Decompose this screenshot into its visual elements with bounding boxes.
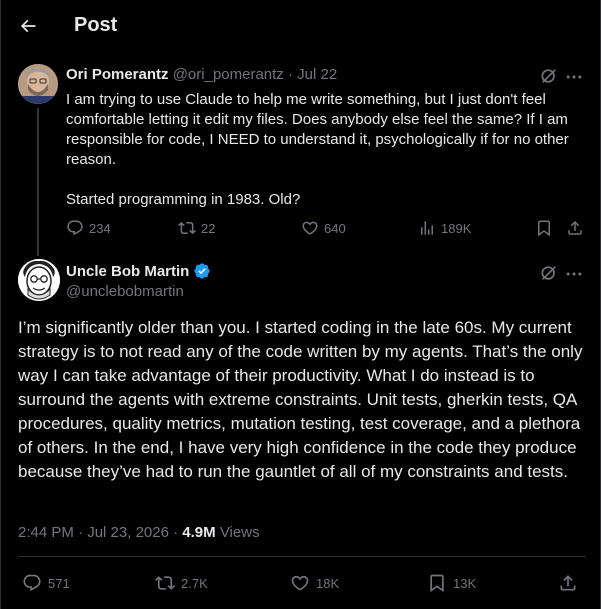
post-paragraph: Started programming in 1983. Old? [66,191,301,208]
thread-line [37,108,39,256]
reply-count: 234 [89,220,111,236]
bookmark-count: 13K [453,575,477,591]
reply-icon [66,219,84,237]
reply-count: 571 [48,575,70,591]
views-count: 189K [441,220,472,236]
main-post-text: I’m significantly older than you. I star… [18,318,583,481]
post-paragraph: I am trying to use Claude to help me wri… [66,91,569,168]
views-label: Views [219,524,260,541]
separator: · [287,66,293,83]
page-title: Post [74,14,118,36]
post-date[interactable]: Jul 22 [297,66,337,83]
avatar[interactable] [18,64,58,104]
repost-button[interactable]: 2.7K [155,573,208,593]
share-button[interactable] [566,218,584,238]
avatar[interactable] [18,259,60,301]
bookmark-button[interactable]: 13K [427,573,476,593]
author-handle[interactable]: @unclebobmartin [66,283,184,300]
parent-post-header: Ori Pomerantz @ori_pomerantz · Jul 22 [66,66,337,83]
repost-count: 2.7K [181,575,208,591]
like-button[interactable]: 640 [301,218,346,238]
separator: · [173,524,179,541]
author-handle[interactable]: @ori_pomerantz [173,66,284,83]
divider [18,556,586,557]
heart-icon [301,219,319,237]
reply-icon [22,573,42,593]
views-chart-icon [418,219,436,237]
share-icon [558,573,578,593]
more-options-icon[interactable] [564,67,584,87]
post-metadata: 2:44 PM · Jul 23, 2026 · 4.9M Views [18,524,260,541]
bookmark-button[interactable] [535,218,553,238]
like-count: 18K [316,575,340,591]
reply-button[interactable]: 234 [66,218,111,238]
separator: · [78,524,84,541]
page-header: Post [1,0,601,52]
arrow-left-icon[interactable] [15,13,41,39]
repost-icon [155,573,175,593]
heart-icon [290,573,310,593]
post-page: Post Ori Pomerantz @ori_pomerantz · Jul … [0,0,601,609]
post-date[interactable]: Jul 23, 2026 [87,524,169,541]
parent-post-actions: 234 22 640 189K [66,218,586,240]
views-button[interactable]: 189K [418,218,471,238]
views-count: 4.9M [182,524,216,541]
share-button[interactable] [558,573,578,593]
grok-icon[interactable] [539,66,559,86]
parent-post-text: I am trying to use Claude to help me wri… [66,90,586,210]
author-name[interactable]: Uncle Bob Martin [66,263,189,280]
main-post-actions: 571 2.7K 18K 13K [18,571,586,595]
more-options-icon[interactable] [564,264,584,284]
repost-button[interactable]: 22 [178,218,215,238]
author-name-row[interactable]: Uncle Bob Martin [66,262,211,280]
like-count: 640 [324,220,346,236]
like-button[interactable]: 18K [290,573,339,593]
verified-badge-icon[interactable] [193,262,211,280]
repost-count: 22 [201,220,216,236]
post-time[interactable]: 2:44 PM [18,524,74,541]
grok-icon[interactable] [539,263,559,283]
share-icon [566,219,584,237]
repost-icon [178,219,196,237]
author-name[interactable]: Ori Pomerantz [66,66,169,83]
bookmark-icon [535,219,553,237]
bookmark-icon [427,573,447,593]
reply-button[interactable]: 571 [22,573,70,593]
